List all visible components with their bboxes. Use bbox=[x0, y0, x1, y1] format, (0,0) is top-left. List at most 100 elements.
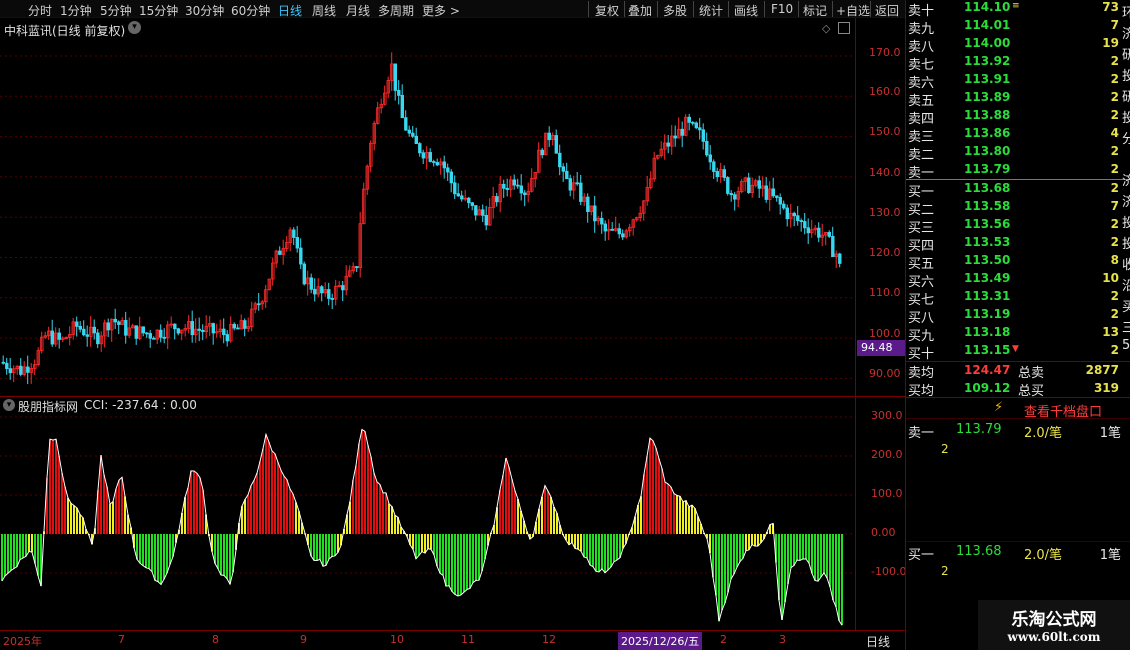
period-tab-monthly[interactable]: 月线 bbox=[346, 2, 370, 19]
period-tab-60min[interactable]: 60分钟 bbox=[231, 2, 270, 19]
candle-down bbox=[134, 325, 138, 339]
mark-button[interactable]: 标记 bbox=[803, 2, 827, 19]
ask-row[interactable]: 卖一 113.79 2 bbox=[906, 162, 1129, 181]
ask-row[interactable]: 卖十 114.10 ≡ 73 bbox=[906, 0, 1129, 19]
bid-level-label: 买八 bbox=[908, 311, 935, 326]
candle-down bbox=[575, 182, 579, 185]
candle-down bbox=[8, 368, 12, 374]
bid-row[interactable]: 买一 113.68 2 bbox=[906, 181, 1129, 200]
ask-total-value: 2877 bbox=[1085, 363, 1119, 377]
candle-down bbox=[50, 330, 54, 345]
period-tab-30min[interactable]: 30分钟 bbox=[185, 2, 224, 19]
cci-bar bbox=[331, 534, 333, 557]
cci-bar bbox=[817, 534, 819, 582]
add-watchlist-button[interactable]: +自选 bbox=[836, 2, 870, 19]
bid-row[interactable]: 买十 113.15 ▼ 2 bbox=[906, 343, 1129, 362]
period-tab-intraday[interactable]: 分时 bbox=[28, 2, 52, 19]
candle-down bbox=[236, 327, 240, 330]
ask-row[interactable]: 卖三 113.86 4 bbox=[906, 126, 1129, 145]
multi-stock-button[interactable]: 多股 bbox=[663, 2, 687, 19]
bid-row[interactable]: 买七 113.31 2 bbox=[906, 289, 1129, 308]
cci-bar bbox=[694, 508, 696, 534]
candle-down bbox=[299, 247, 303, 265]
stats-button[interactable]: 统计 bbox=[699, 2, 723, 19]
thousand-level-link[interactable]: 查看千档盘口 bbox=[1024, 401, 1102, 420]
ask-row[interactable]: 卖七 113.92 2 bbox=[906, 54, 1129, 73]
period-tab-multi[interactable]: 多周期 bbox=[378, 2, 414, 19]
candle-down bbox=[775, 195, 779, 198]
candle-down bbox=[523, 192, 527, 196]
bid-row[interactable]: 买五 113.50 8 bbox=[906, 253, 1129, 272]
cci-bar bbox=[586, 534, 588, 558]
candlestick-chart[interactable] bbox=[0, 18, 857, 396]
ask-volume: 73 bbox=[1102, 0, 1119, 14]
candle-down bbox=[292, 229, 296, 238]
period-tab-more[interactable]: 更多 > bbox=[422, 2, 460, 19]
cci-bar bbox=[790, 534, 792, 568]
overlay-button[interactable]: 叠加 bbox=[628, 2, 652, 19]
price-tick: 130.0 bbox=[869, 206, 901, 219]
period-tab-daily[interactable]: 日线 bbox=[278, 2, 302, 19]
candle-down bbox=[449, 171, 453, 184]
candle-down bbox=[295, 237, 299, 249]
bid-volume: 10 bbox=[1102, 271, 1119, 285]
cci-bar bbox=[142, 534, 144, 566]
period-tab-5min[interactable]: 5分钟 bbox=[100, 2, 132, 19]
cci-bar bbox=[154, 534, 156, 581]
ask-level-label: 卖八 bbox=[908, 40, 935, 55]
cci-indicator-chart[interactable] bbox=[0, 397, 857, 630]
cci-bar bbox=[148, 534, 150, 569]
cci-bar bbox=[166, 534, 168, 573]
cci-bar bbox=[361, 429, 363, 534]
cci-bar bbox=[70, 503, 72, 534]
price-tick: 150.0 bbox=[869, 125, 901, 138]
cci-bar bbox=[793, 534, 795, 566]
ask-row[interactable]: 卖八 114.00 19 bbox=[906, 36, 1129, 55]
cci-bar bbox=[271, 450, 273, 534]
candle-down bbox=[565, 170, 569, 180]
ask-price: 113.92 bbox=[964, 54, 1011, 68]
candle-down bbox=[792, 212, 796, 217]
ask-row[interactable]: 卖五 113.89 2 bbox=[906, 90, 1129, 109]
cci-bar bbox=[673, 493, 675, 534]
candle-down bbox=[106, 322, 110, 331]
candle-down bbox=[341, 285, 345, 291]
back-button[interactable]: 返回 bbox=[875, 2, 899, 19]
ask-row[interactable]: 卖九 114.01 7 bbox=[906, 18, 1129, 37]
date-label: 3 bbox=[779, 633, 786, 646]
edge-text: 分 bbox=[1122, 132, 1130, 147]
ask-price: 114.00 bbox=[964, 36, 1011, 50]
cci-bar bbox=[115, 488, 117, 534]
ask-row[interactable]: 卖二 113.80 2 bbox=[906, 144, 1129, 163]
bid-row[interactable]: 买三 113.56 2 bbox=[906, 217, 1129, 236]
cci-bar bbox=[22, 534, 24, 558]
cci-bar bbox=[682, 501, 684, 534]
bid-row[interactable]: 买六 113.49 10 bbox=[906, 271, 1129, 290]
candle-down bbox=[558, 152, 562, 168]
adjust-button[interactable]: 复权 bbox=[595, 2, 619, 19]
ask-avg-value: 124.47 bbox=[964, 363, 1011, 377]
bid-row[interactable]: 买八 113.19 2 bbox=[906, 307, 1129, 326]
cci-bar bbox=[28, 534, 30, 552]
period-tab-15min[interactable]: 15分钟 bbox=[139, 2, 178, 19]
candle-down bbox=[778, 197, 782, 205]
bid-row[interactable]: 买九 113.18 13 bbox=[906, 325, 1129, 344]
cci-bar bbox=[145, 534, 147, 568]
bid-price: 113.15 bbox=[964, 343, 1011, 357]
cci-bar bbox=[106, 486, 108, 534]
f10-button[interactable]: F10 bbox=[771, 2, 793, 16]
period-tab-weekly[interactable]: 周线 bbox=[312, 2, 336, 19]
candle-down bbox=[320, 286, 324, 294]
ask-row[interactable]: 卖六 113.91 2 bbox=[906, 72, 1129, 91]
candle-down bbox=[495, 196, 499, 203]
bid-row[interactable]: 买四 113.53 2 bbox=[906, 235, 1129, 254]
price-tick: 100.0 bbox=[869, 327, 901, 340]
ask-row[interactable]: 卖四 113.88 2 bbox=[906, 108, 1129, 127]
bid-volume: 2 bbox=[1110, 343, 1119, 357]
period-tab-1min[interactable]: 1分钟 bbox=[60, 2, 92, 19]
cci-bar bbox=[724, 534, 726, 603]
bid-row[interactable]: 买二 113.58 7 bbox=[906, 199, 1129, 218]
cci-bar bbox=[751, 534, 753, 545]
cci-bar bbox=[319, 534, 321, 560]
draw-line-button[interactable]: 画线 bbox=[734, 2, 758, 19]
